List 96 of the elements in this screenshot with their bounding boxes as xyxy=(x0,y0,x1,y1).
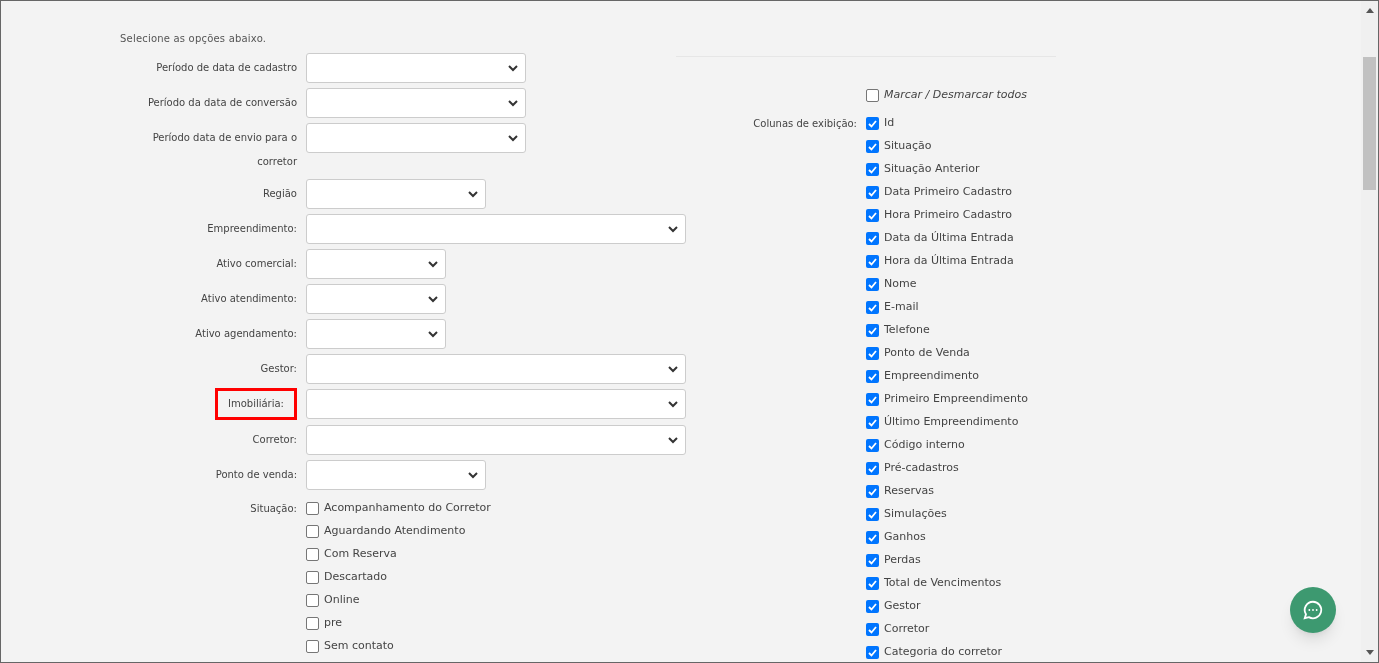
field-label: Colunas de exibição: xyxy=(753,117,857,131)
checkbox-label: Situação xyxy=(884,138,932,155)
checkbox-label: Último Empreendimento xyxy=(884,414,1019,431)
checkbox-label: Com Reserva xyxy=(324,546,397,563)
field-label: Período data de envio para o corretor xyxy=(151,131,297,169)
checkbox-label: Primeiro Empreendimento xyxy=(884,391,1029,408)
checkbox-label: Data da Última Entrada xyxy=(884,230,1014,247)
scrollbar-thumb[interactable] xyxy=(1363,57,1376,190)
checkbox-label: Empreendimento xyxy=(884,368,979,385)
checkbox-label: Id xyxy=(884,115,895,132)
checkbox-label: Nome xyxy=(884,276,917,293)
checkbox[interactable] xyxy=(866,324,879,337)
checkbox-label: Ganhos xyxy=(884,529,926,546)
checkbox[interactable] xyxy=(866,623,879,636)
field-label: Ativo comercial: xyxy=(216,257,297,271)
checkbox[interactable] xyxy=(866,646,879,659)
checkbox[interactable] xyxy=(306,502,319,515)
checkbox[interactable] xyxy=(866,89,879,102)
checkbox-label: Online xyxy=(324,592,360,609)
checkbox[interactable] xyxy=(306,594,319,607)
field-label: Ponto de venda: xyxy=(215,468,297,482)
checkbox[interactable] xyxy=(866,140,879,153)
checkbox-label: pre xyxy=(324,615,343,632)
field-label: Imobiliária: xyxy=(215,388,297,420)
checkbox-label: Aguardando Atendimento xyxy=(324,523,466,540)
checkbox[interactable] xyxy=(866,462,879,475)
chevron-down-icon xyxy=(468,190,478,198)
chevron-down-icon xyxy=(428,260,438,268)
field-label: Ativo agendamento: xyxy=(195,327,297,341)
field-label: Região xyxy=(262,187,297,201)
checkbox[interactable] xyxy=(866,416,879,429)
checkbox-label: Gestor xyxy=(884,598,921,615)
chevron-down-icon xyxy=(668,365,678,373)
checkbox-label: Sem contato xyxy=(324,638,394,655)
chat-button[interactable] xyxy=(1290,587,1336,633)
checkbox-label: E-mail xyxy=(884,299,919,316)
field-label: Ativo atendimento: xyxy=(201,292,297,306)
checkbox[interactable] xyxy=(866,439,879,452)
field-label: Período de data de cadastro xyxy=(156,61,297,75)
checkbox-label: Ponto de Venda xyxy=(884,345,970,362)
checkbox-label: Telefone xyxy=(884,322,930,339)
checkbox[interactable] xyxy=(866,117,879,130)
checkbox-label: Código interno xyxy=(884,437,965,454)
checkbox-label: Marcar / Desmarcar todos xyxy=(884,87,1027,104)
checkbox-label: Corretor xyxy=(884,621,930,638)
chevron-down-icon xyxy=(428,330,438,338)
checkbox[interactable] xyxy=(306,548,319,561)
checkbox[interactable] xyxy=(866,393,879,406)
intro-text: Selecione as opções abaixo. xyxy=(120,32,268,46)
field-label: Gestor: xyxy=(260,362,297,376)
checkbox[interactable] xyxy=(866,531,879,544)
checkbox[interactable] xyxy=(866,600,879,613)
checkbox-label: Situação Anterior xyxy=(884,161,980,178)
field-label: Situação: xyxy=(250,502,297,516)
chevron-down-icon xyxy=(668,436,678,444)
checkbox[interactable] xyxy=(866,508,879,521)
checkbox[interactable] xyxy=(866,370,879,383)
checkbox-label: Descartado xyxy=(324,569,388,586)
chevron-down-icon xyxy=(508,134,518,142)
checkbox[interactable] xyxy=(866,209,879,222)
checkbox[interactable] xyxy=(866,232,879,245)
checkbox[interactable] xyxy=(866,485,879,498)
checkbox-label: Perdas xyxy=(884,552,921,569)
checkbox[interactable] xyxy=(306,525,319,538)
checkbox[interactable] xyxy=(866,347,879,360)
checkbox-label: Reservas xyxy=(884,483,934,500)
chevron-down-icon xyxy=(668,400,678,408)
field-label: Período da data de conversão xyxy=(147,96,297,110)
checkbox-label: Total de Vencimentos xyxy=(884,575,1002,592)
checkbox[interactable] xyxy=(866,255,879,268)
checkbox-label: Hora Primeiro Cadastro xyxy=(884,207,1013,224)
scroll-down-icon[interactable] xyxy=(1365,650,1374,655)
chat-bubble-icon xyxy=(1302,599,1324,621)
checkbox[interactable] xyxy=(306,617,319,630)
field-label: Empreendimento: xyxy=(207,222,297,236)
checkbox[interactable] xyxy=(866,163,879,176)
checkbox[interactable] xyxy=(866,278,879,291)
checkbox[interactable] xyxy=(866,577,879,590)
chevron-down-icon xyxy=(508,64,518,72)
checkbox-label: Acompanhamento do Corretor xyxy=(324,500,491,517)
checkbox[interactable] xyxy=(866,301,879,314)
scroll-up-icon[interactable] xyxy=(1365,8,1374,13)
checkbox-label: Pré-cadastros xyxy=(884,460,959,477)
checkbox[interactable] xyxy=(306,571,319,584)
checkbox-label: Categoria do corretor xyxy=(884,644,1002,661)
checkbox-label: Hora da Última Entrada xyxy=(884,253,1014,270)
chevron-down-icon xyxy=(508,99,518,107)
chevron-down-icon xyxy=(668,225,678,233)
chevron-down-icon xyxy=(428,295,438,303)
checkbox[interactable] xyxy=(866,554,879,567)
checkbox[interactable] xyxy=(306,640,319,653)
field-label: Corretor: xyxy=(252,433,297,447)
checkbox-label: Data Primeiro Cadastro xyxy=(884,184,1013,201)
checkbox-label: Simulações xyxy=(884,506,947,523)
checkbox[interactable] xyxy=(866,186,879,199)
chevron-down-icon xyxy=(468,471,478,479)
